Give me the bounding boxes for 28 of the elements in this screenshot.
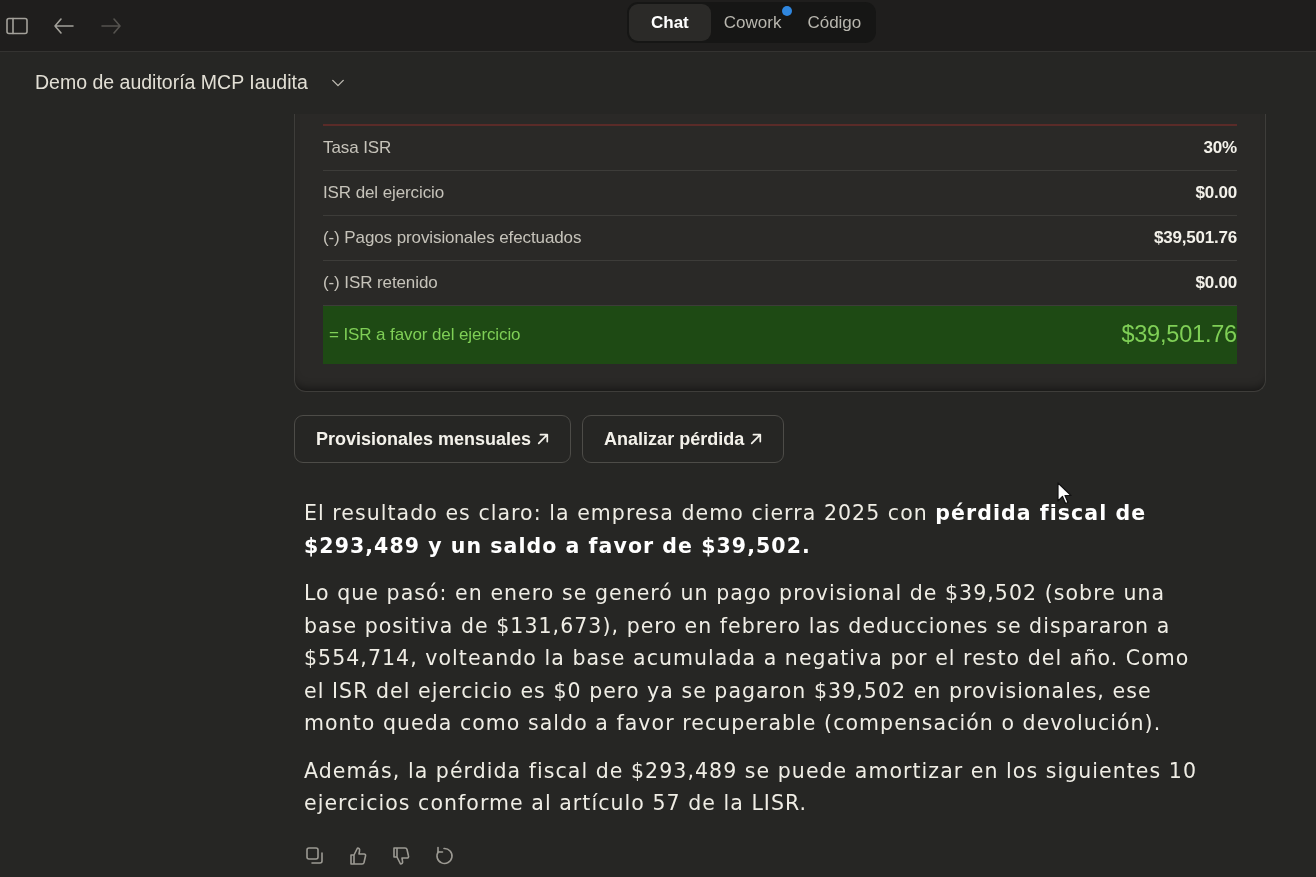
sidebar-toggle-icon[interactable] — [6, 15, 28, 36]
action-button[interactable]: Analizar pérdida — [582, 415, 785, 463]
message-paragraph: Además, la pérdida fiscal de $293,489 se puede amortizar en los siguientes 10 ejercicios conforme al artículo 57 de la LISR. — [304, 757, 1198, 817]
row-label: (-) Pagos provisionales efectuados — [323, 227, 582, 250]
retry-icon[interactable] — [434, 845, 454, 866]
row-label: = ISR a favor del ejercicio — [329, 324, 521, 347]
mode-tab[interactable]: Código — [794, 4, 875, 41]
arrow-up-right-icon — [750, 433, 763, 445]
thumbs-up-icon[interactable] — [348, 845, 368, 866]
row-label: Tasa ISR — [323, 137, 392, 160]
row-value: $0.00 — [1195, 272, 1237, 295]
row-value: $39,501.76 — [1153, 227, 1237, 250]
row-value: $39,501.76 — [1121, 320, 1237, 350]
arrow-up-right-icon — [537, 433, 550, 445]
message-paragraph: El resultado es claro: la empresa demo cierra 2025 con pérdida fiscal de $293,489 y un saldo a favor de $39,502. — [304, 500, 1148, 560]
row-value: $0.00 — [1195, 182, 1237, 205]
mouse-pointer-icon — [1057, 482, 1072, 505]
row-label: ISR del ejercicio — [323, 182, 445, 205]
thumbs-down-icon[interactable] — [391, 845, 411, 866]
row-value: 30% — [1203, 137, 1237, 160]
message-paragraph: Lo que pasó: en enero se generó un pago provisional de $39,502 (sobre una base positiva de $131,673), pero en febrero las deducciones se dispararon a $554,714, volteando la base acumulada a negativa por el resto del año. Como el ISR del ejercicio es $0 pero ya se pagaron $39,502 en provisionales, ese monto queda como saldo a favor recuperable (compensación o devolución). — [304, 580, 1191, 737]
back-arrow-icon[interactable] — [53, 15, 75, 36]
mode-tab[interactable]: Chat — [629, 4, 711, 41]
copy-icon[interactable] — [305, 845, 325, 866]
conversation-title-dropdown[interactable]: Demo de auditoría MCP Iaudita — [35, 68, 345, 98]
mode-tab[interactable]: Cowork — [710, 4, 795, 41]
row-label: (-) ISR retenido — [323, 272, 438, 295]
action-button[interactable]: Provisionales mensuales — [294, 415, 572, 463]
